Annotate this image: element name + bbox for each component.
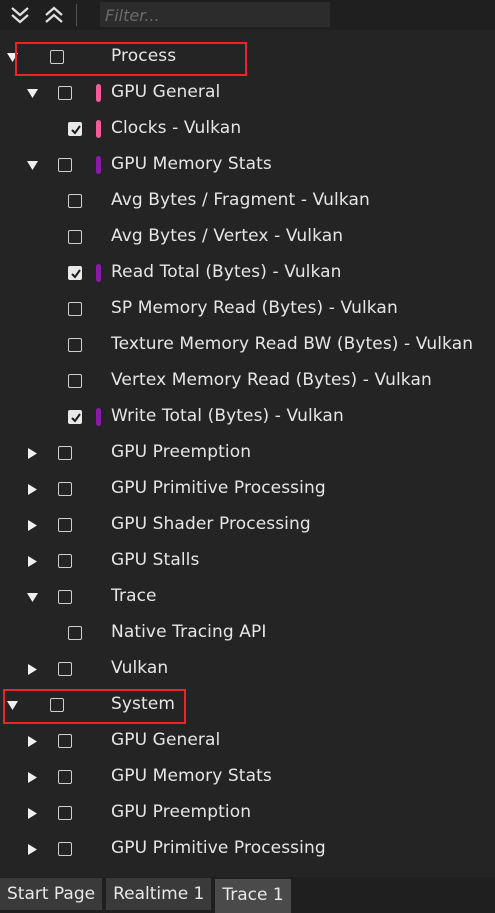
expanded-arrow-icon[interactable] — [26, 158, 38, 172]
checkbox[interactable] — [68, 266, 82, 280]
tree-item-label: Write Total (Bytes) - Vulkan — [111, 406, 344, 426]
tree-item-label: GPU Shader Processing — [111, 514, 311, 534]
tree-item-label: Texture Memory Read BW (Bytes) - Vulkan — [111, 334, 474, 354]
tree-row[interactable]: Trace — [0, 580, 495, 616]
tree-row[interactable]: Vulkan — [0, 652, 495, 688]
tree-item-label: Clocks - Vulkan — [111, 118, 242, 138]
tree-item-label: Trace — [111, 586, 157, 606]
collapsed-arrow-icon[interactable] — [26, 446, 38, 460]
expand-all-button[interactable] — [6, 1, 34, 29]
checkbox[interactable] — [58, 806, 72, 820]
tree-item-label: GPU Memory Stats — [111, 154, 272, 174]
checkmark-icon — [71, 269, 81, 279]
color-swatch — [96, 84, 101, 102]
toolbar-separator — [76, 4, 77, 26]
tree-row[interactable]: GPU Primitive Processing — [0, 472, 495, 508]
checkbox[interactable] — [58, 734, 72, 748]
checkbox[interactable] — [68, 194, 82, 208]
tree-row[interactable]: Avg Bytes / Vertex - Vulkan — [0, 220, 495, 256]
collapsed-arrow-icon[interactable] — [26, 842, 38, 856]
checkbox[interactable] — [68, 302, 82, 316]
checkbox[interactable] — [68, 338, 82, 352]
tree-row[interactable]: GPU Stalls — [0, 544, 495, 580]
checkbox[interactable] — [58, 482, 72, 496]
tree-row[interactable]: Vertex Memory Read (Bytes) - Vulkan — [0, 364, 495, 400]
checkmark-icon — [71, 413, 81, 423]
highlight-box — [3, 689, 186, 724]
tab-trace-1[interactable]: Trace 1 — [215, 879, 291, 913]
collapse-all-button[interactable] — [40, 1, 68, 29]
collapsed-arrow-icon[interactable] — [26, 554, 38, 568]
checkbox[interactable] — [68, 374, 82, 388]
tree-item-label: GPU General — [111, 730, 221, 750]
checkmark-icon — [71, 125, 81, 135]
tree-item-label: Avg Bytes / Fragment - Vulkan — [111, 190, 370, 210]
collapsed-arrow-icon[interactable] — [26, 770, 38, 784]
collapsed-arrow-icon[interactable] — [26, 806, 38, 820]
tree-item-label: Read Total (Bytes) - Vulkan — [111, 262, 342, 282]
collapsed-arrow-icon[interactable] — [26, 482, 38, 496]
tree-item-label: Vulkan — [111, 658, 169, 678]
checkbox[interactable] — [58, 662, 72, 676]
tree-row[interactable]: Clocks - Vulkan — [0, 112, 495, 148]
tree-item-label: GPU Stalls — [111, 550, 200, 570]
tree-row[interactable]: Write Total (Bytes) - Vulkan — [0, 400, 495, 436]
checkbox[interactable] — [58, 554, 72, 568]
checkbox[interactable] — [68, 410, 82, 424]
tree-row[interactable]: GPU Preemption — [0, 436, 495, 472]
tree-item-label: GPU Preemption — [111, 442, 252, 462]
tree-item-label: GPU Primitive Processing — [111, 478, 326, 498]
tree-row[interactable]: Avg Bytes / Fragment - Vulkan — [0, 184, 495, 220]
expanded-arrow-icon[interactable] — [26, 590, 38, 604]
tab-bar: Start Page Realtime 1 Trace 1 — [0, 877, 495, 913]
tab-start-page[interactable]: Start Page — [0, 878, 103, 910]
collapsed-arrow-icon[interactable] — [26, 734, 38, 748]
tree-item-label: GPU Primitive Processing — [111, 838, 326, 858]
checkbox[interactable] — [68, 626, 82, 640]
tree-item-label: GPU Preemption — [111, 802, 252, 822]
color-swatch — [96, 408, 101, 426]
color-swatch — [96, 120, 101, 138]
checkbox[interactable] — [68, 230, 82, 244]
color-swatch — [96, 264, 101, 282]
tree-row[interactable]: GPU General — [0, 724, 495, 760]
tree-row[interactable]: GPU Memory Stats — [0, 760, 495, 796]
tree-item-label: Avg Bytes / Vertex - Vulkan — [111, 226, 344, 246]
expanded-arrow-icon[interactable] — [26, 86, 38, 100]
tree-row[interactable]: GPU Preemption — [0, 796, 495, 832]
checkbox[interactable] — [58, 158, 72, 172]
tab-realtime-1[interactable]: Realtime 1 — [106, 878, 212, 910]
tree-item-label: GPU General — [111, 82, 221, 102]
tree-row[interactable]: GPU Shader Processing — [0, 508, 495, 544]
double-chevron-down-icon — [11, 7, 29, 24]
checkbox[interactable] — [58, 518, 72, 532]
tree-item-label: Vertex Memory Read (Bytes) - Vulkan — [111, 370, 432, 390]
checkbox[interactable] — [68, 122, 82, 136]
tree-row[interactable]: SP Memory Read (Bytes) - Vulkan — [0, 292, 495, 328]
checkbox[interactable] — [58, 842, 72, 856]
highlight-box — [15, 42, 247, 76]
tree-row[interactable]: Read Total (Bytes) - Vulkan — [0, 256, 495, 292]
collapsed-arrow-icon[interactable] — [26, 518, 38, 532]
checkbox[interactable] — [58, 590, 72, 604]
tree-row[interactable]: GPU Primitive Processing — [0, 832, 495, 868]
counter-tree: Process GPU General Clocks - Vulkan GPU Mem… — [0, 40, 495, 868]
tree-item-label: SP Memory Read (Bytes) - Vulkan — [111, 298, 398, 318]
checkbox[interactable] — [58, 86, 72, 100]
tree-item-label: GPU Memory Stats — [111, 766, 272, 786]
color-swatch — [96, 156, 101, 174]
tree-row[interactable]: System — [0, 688, 495, 724]
double-chevron-up-icon — [45, 6, 63, 23]
filter-input[interactable]: Filter... — [100, 2, 330, 27]
tree-row[interactable]: Process — [0, 40, 495, 76]
tree-row[interactable]: GPU Memory Stats — [0, 148, 495, 184]
checkbox[interactable] — [58, 446, 72, 460]
tree-row[interactable]: Native Tracing API — [0, 616, 495, 652]
checkbox[interactable] — [58, 770, 72, 784]
tree-row[interactable]: Texture Memory Read BW (Bytes) - Vulkan — [0, 328, 495, 364]
tree-row[interactable]: GPU General — [0, 76, 495, 112]
collapsed-arrow-icon[interactable] — [26, 662, 38, 676]
tree-item-label: Native Tracing API — [111, 622, 267, 642]
